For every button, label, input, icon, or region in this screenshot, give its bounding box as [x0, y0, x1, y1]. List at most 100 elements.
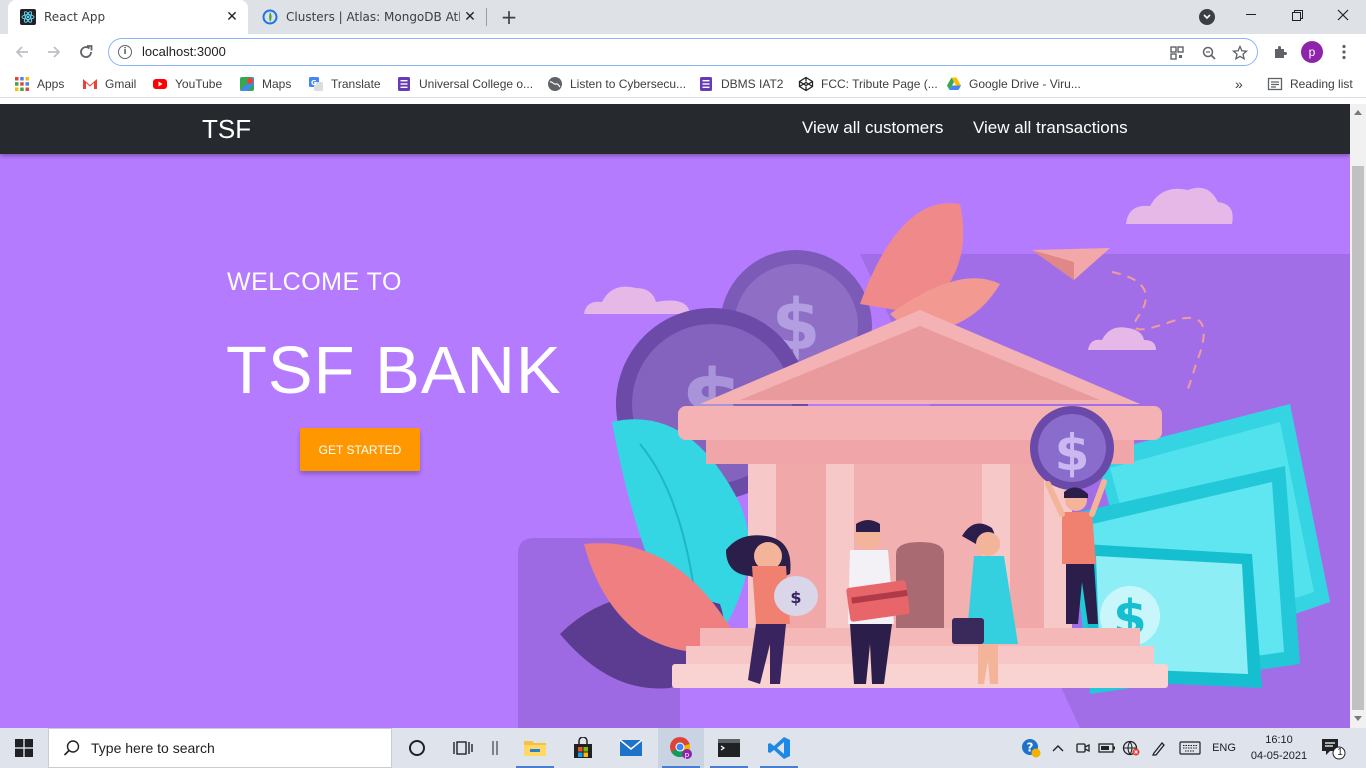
bookmark-translate[interactable]: G Translate	[308, 75, 381, 93]
notification-center-button[interactable]: 1	[1318, 728, 1348, 768]
bank-name-title: TSF BANK	[226, 333, 562, 408]
nav-view-all-transactions[interactable]: View all transactions	[973, 118, 1128, 138]
bookmark-gmail[interactable]: Gmail	[82, 75, 136, 93]
overflow-label: »	[1235, 76, 1243, 92]
cortana-button[interactable]	[394, 728, 440, 768]
battery-icon	[1098, 743, 1115, 753]
close-window-button[interactable]	[1330, 4, 1356, 26]
scroll-down-arrow-icon[interactable]	[1354, 716, 1362, 721]
bookmarks-overflow-button[interactable]: »	[1235, 75, 1243, 93]
tab-react-app[interactable]: React App ✕	[8, 0, 248, 34]
bookmarks-bar: Apps Gmail YouTube Maps G Translate Univ…	[0, 70, 1366, 98]
microsoft-store-button[interactable]	[560, 728, 606, 768]
search-icon	[63, 740, 80, 756]
vscode-icon	[768, 737, 790, 759]
globe-no-connection-icon	[1122, 740, 1140, 756]
site-info-icon[interactable]: i	[118, 45, 132, 59]
tab-divider	[486, 8, 487, 26]
profile-avatar[interactable]: p	[1301, 41, 1323, 63]
bookmark-label: Apps	[37, 77, 65, 91]
reading-list-label: Reading list	[1290, 77, 1353, 91]
notification-count: 1	[1337, 747, 1343, 758]
browser-menu-button[interactable]	[1334, 42, 1354, 62]
pen-tray-icon[interactable]	[1148, 728, 1170, 768]
bookmark-label: FCC: Tribute Page (...	[821, 77, 938, 91]
file-explorer-button[interactable]	[512, 728, 558, 768]
browser-tab-strip: React App ✕ Clusters | Atlas: MongoDB At…	[0, 0, 1366, 34]
chrome-button[interactable]: p	[658, 728, 704, 768]
folder-icon	[524, 741, 546, 756]
taskbar-clock[interactable]: 16:10 04-05-2021	[1246, 732, 1312, 764]
start-button[interactable]	[0, 728, 48, 768]
scroll-up-arrow-icon[interactable]	[1354, 110, 1362, 115]
translate-icon: G	[309, 77, 323, 91]
address-bar[interactable]: i localhost:3000	[108, 38, 1258, 66]
forms-icon	[398, 77, 410, 91]
vscode-button[interactable]	[756, 728, 802, 768]
close-tab-icon[interactable]: ✕	[460, 7, 480, 27]
minimize-button[interactable]	[1238, 4, 1264, 26]
bookmark-dbms-iat2[interactable]: DBMS IAT2	[698, 75, 783, 93]
task-view-icon	[453, 741, 473, 755]
taskbar-search-box[interactable]: Type here to search	[48, 728, 392, 768]
page-scrollbar[interactable]	[1350, 104, 1366, 728]
divider-icon	[492, 741, 498, 755]
tab-search-button[interactable]	[1199, 9, 1215, 25]
bookmark-universal-college[interactable]: Universal College o...	[396, 75, 533, 93]
reload-button[interactable]	[74, 40, 98, 64]
command-prompt-button[interactable]	[706, 728, 752, 768]
arrow-right-icon	[48, 46, 61, 58]
back-button[interactable]	[10, 40, 34, 64]
bookmark-fcc-tribute[interactable]: FCC: Tribute Page (...	[798, 75, 938, 93]
nav-view-all-customers[interactable]: View all customers	[802, 118, 943, 138]
chevron-down-icon	[1203, 14, 1211, 20]
reading-list-button[interactable]: Reading list	[1267, 75, 1353, 93]
url-text[interactable]: localhost:3000	[142, 44, 226, 59]
mail-button[interactable]	[608, 728, 654, 768]
reading-list-icon	[1267, 77, 1283, 91]
brand-logo[interactable]: TSF	[202, 114, 251, 145]
tab-mongodb-atlas[interactable]: Clusters | Atlas: MongoDB Atlas ✕	[252, 0, 486, 34]
help-tray-icon[interactable]: ?	[1016, 728, 1046, 768]
welcome-heading: WELCOME TO	[227, 268, 402, 296]
bookmark-apps[interactable]: Apps	[14, 75, 64, 93]
apps-grid-icon	[15, 77, 29, 91]
meet-now-tray-icon[interactable]	[1072, 728, 1094, 768]
chrome-icon: p	[670, 737, 692, 759]
scrollbar-thumb[interactable]	[1352, 166, 1364, 710]
maps-icon	[240, 77, 254, 91]
touch-keyboard-tray-icon[interactable]	[1176, 728, 1204, 768]
bookmark-google-drive[interactable]: Google Drive - Viru...	[946, 75, 1081, 93]
svg-text:$: $	[790, 588, 801, 607]
svg-text:p: p	[685, 751, 690, 759]
more-vertical-icon	[1342, 44, 1346, 60]
help-question-icon: ?	[1022, 739, 1041, 758]
bookmark-cybersecurity[interactable]: Listen to Cybersecu...	[547, 75, 686, 93]
pinned-divider	[480, 728, 510, 768]
new-tab-button[interactable]: +	[498, 5, 520, 29]
bookmark-maps[interactable]: Maps	[239, 75, 291, 93]
network-tray-icon[interactable]	[1120, 728, 1142, 768]
restore-button[interactable]	[1284, 4, 1310, 26]
pen-icon	[1151, 742, 1165, 756]
bookmark-label: Translate	[331, 77, 381, 91]
extensions-button[interactable]	[1270, 42, 1290, 62]
keyboard-icon	[1179, 741, 1201, 755]
bank-illustration: $ $ $ $	[518, 187, 1350, 728]
bookmark-star-icon[interactable]	[1232, 45, 1248, 61]
close-icon	[1337, 9, 1349, 21]
show-hidden-icons-button[interactable]	[1048, 728, 1068, 768]
forward-button[interactable]	[42, 40, 66, 64]
zoom-icon[interactable]	[1201, 45, 1217, 61]
input-language-indicator[interactable]: ENG	[1208, 728, 1240, 768]
battery-tray-icon[interactable]	[1096, 728, 1118, 768]
restore-icon	[1291, 9, 1303, 21]
close-tab-icon[interactable]: ✕	[222, 7, 242, 27]
bookmark-label: Universal College o...	[419, 77, 534, 91]
qr-code-icon[interactable]	[1169, 45, 1185, 61]
search-placeholder: Type here to search	[91, 740, 215, 756]
forms-icon	[700, 77, 712, 91]
codepen-icon	[798, 76, 814, 92]
get-started-button[interactable]: GET STARTED	[300, 428, 420, 471]
bookmark-youtube[interactable]: YouTube	[152, 75, 222, 93]
